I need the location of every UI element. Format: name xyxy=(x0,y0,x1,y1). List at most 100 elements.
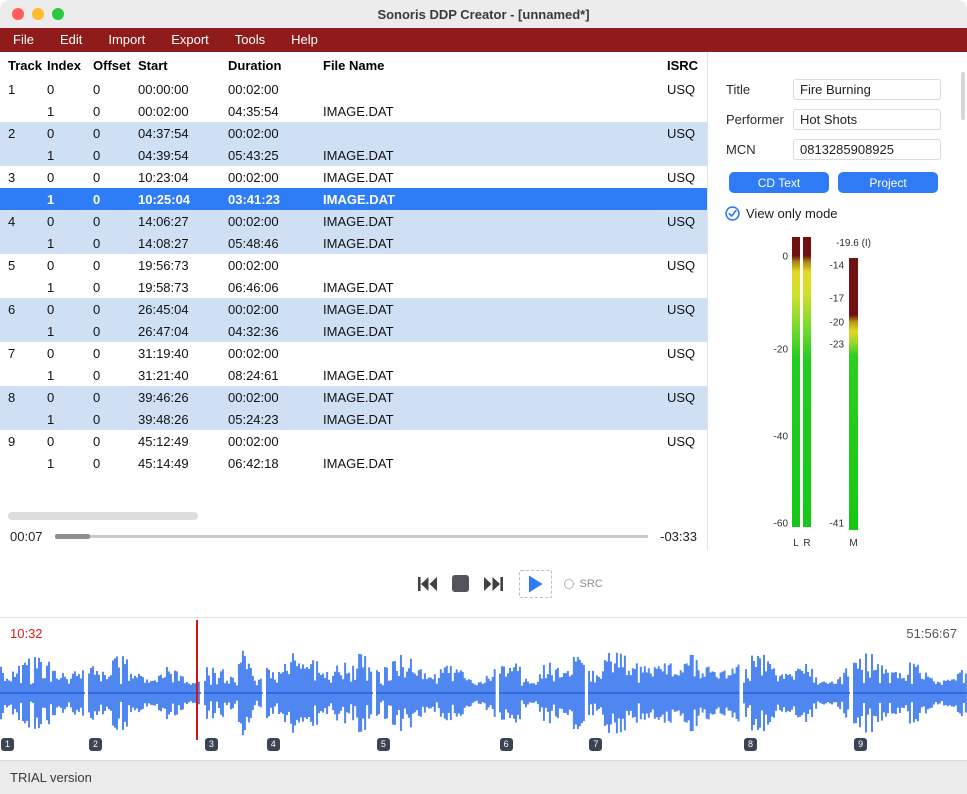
elapsed-time: 00:07 xyxy=(10,529,43,544)
waveform-svg xyxy=(376,648,496,738)
cell-start: 00:02:00 xyxy=(138,104,228,119)
seek-slider[interactable] xyxy=(55,534,649,539)
menu-tools[interactable]: Tools xyxy=(222,28,278,52)
waveform-track-segment[interactable]: 4 xyxy=(266,648,373,738)
menu-import[interactable]: Import xyxy=(95,28,158,52)
cell-file: IMAGE.DAT xyxy=(323,148,667,163)
table-row[interactable]: 70031:19:4000:02:00USQ xyxy=(0,342,707,364)
cell-index: 1 xyxy=(47,192,93,207)
level-meters: -19.6 (I) -41 L R M 0-20-40-60-14-17-20-… xyxy=(708,237,967,557)
loudness-readout: -19.6 (I) xyxy=(836,238,871,249)
waveform-track-segment[interactable]: 2 xyxy=(88,648,201,738)
previous-track-button[interactable] xyxy=(416,576,438,592)
table-row[interactable]: 90045:12:4900:02:00USQ xyxy=(0,430,707,452)
table-row[interactable]: 20004:37:5400:02:00USQ xyxy=(0,122,707,144)
mcn-field[interactable] xyxy=(793,139,941,160)
waveform-svg xyxy=(204,648,263,738)
table-horizontal-scrollbar[interactable] xyxy=(0,512,707,522)
zoom-window-button[interactable] xyxy=(52,8,64,20)
close-window-button[interactable] xyxy=(12,8,24,20)
column-header-track[interactable]: Track xyxy=(8,58,47,73)
traffic-lights xyxy=(12,0,64,28)
menu-file[interactable]: File xyxy=(0,28,47,52)
cell-duration: 03:41:23 xyxy=(228,192,323,207)
table-row[interactable]: 1000:02:0004:35:54IMAGE.DAT xyxy=(0,100,707,122)
waveform-track-segment[interactable]: 6 xyxy=(499,648,586,738)
cell-index: 1 xyxy=(47,236,93,251)
menu-edit[interactable]: Edit xyxy=(47,28,95,52)
cell-index: 0 xyxy=(47,434,93,449)
waveform-track-segment[interactable]: 1 xyxy=(0,648,85,738)
table-row[interactable]: 1004:39:5405:43:25IMAGE.DAT xyxy=(0,144,707,166)
track-number-badge: 4 xyxy=(267,738,280,751)
table-row[interactable]: 1014:08:2705:48:46IMAGE.DAT xyxy=(0,232,707,254)
view-only-check-icon[interactable] xyxy=(725,206,740,221)
table-row[interactable]: 10000:00:0000:02:00USQ xyxy=(0,78,707,100)
table-row[interactable]: 50019:56:7300:02:00USQ xyxy=(0,254,707,276)
table-row[interactable]: 1019:58:7306:46:06IMAGE.DAT xyxy=(0,276,707,298)
src-radio[interactable] xyxy=(564,579,574,589)
column-header-isrc[interactable]: ISRC xyxy=(667,58,707,73)
lr-scale-label: 0 xyxy=(752,252,788,263)
cd-text-button[interactable]: CD Text xyxy=(729,172,829,193)
minimize-window-button[interactable] xyxy=(32,8,44,20)
column-header-file[interactable]: File Name xyxy=(323,58,667,73)
performer-field[interactable] xyxy=(793,109,941,130)
m-scale-label: -23 xyxy=(808,340,844,351)
performer-label: Performer xyxy=(726,112,793,127)
menu-export[interactable]: Export xyxy=(158,28,222,52)
mcn-label: MCN xyxy=(726,142,793,157)
cell-index: 1 xyxy=(47,412,93,427)
table-row[interactable]: 1026:47:0404:32:36IMAGE.DAT xyxy=(0,320,707,342)
cell-track: 8 xyxy=(8,390,47,405)
m-scale-label: -17 xyxy=(808,293,844,304)
waveform-svg xyxy=(743,648,850,738)
track-number-badge: 1 xyxy=(1,738,14,751)
cell-index: 0 xyxy=(47,170,93,185)
table-row[interactable]: 1031:21:4008:24:61IMAGE.DAT xyxy=(0,364,707,386)
menu-help[interactable]: Help xyxy=(278,28,331,52)
cell-isrc: USQ xyxy=(667,434,707,449)
cell-duration: 05:43:25 xyxy=(228,148,323,163)
panel-scrollbar[interactable] xyxy=(961,72,965,120)
column-header-offset[interactable]: Offset xyxy=(93,58,138,73)
cell-index: 0 xyxy=(47,126,93,141)
table-body: 10000:00:0000:02:00USQ1000:02:0004:35:54… xyxy=(0,78,707,474)
table-row[interactable]: 1039:48:2605:24:23IMAGE.DAT xyxy=(0,408,707,430)
src-option: SRC xyxy=(564,578,603,590)
waveform-svg xyxy=(853,648,967,738)
title-field[interactable] xyxy=(793,79,941,100)
table-row[interactable]: 40014:06:2700:02:00IMAGE.DATUSQ xyxy=(0,210,707,232)
column-header-index[interactable]: Index xyxy=(47,58,93,73)
cell-start: 19:56:73 xyxy=(138,258,228,273)
track-number-badge: 5 xyxy=(377,738,390,751)
cell-start: 26:45:04 xyxy=(138,302,228,317)
table-row[interactable]: 1045:14:4906:42:18IMAGE.DAT xyxy=(0,452,707,474)
cell-offset: 0 xyxy=(93,236,138,251)
meter-bar-right xyxy=(803,237,811,527)
column-header-start[interactable]: Start xyxy=(138,58,228,73)
waveform-track-segment[interactable]: 8 xyxy=(743,648,850,738)
table-row[interactable]: 60026:45:0400:02:00IMAGE.DATUSQ xyxy=(0,298,707,320)
table-row-selected[interactable]: 1010:25:0403:41:23IMAGE.DAT xyxy=(0,188,707,210)
menu-bar: FileEditImportExportToolsHelp xyxy=(0,28,967,52)
waveform-track-segment[interactable]: 3 xyxy=(204,648,263,738)
play-button[interactable] xyxy=(519,570,552,598)
waveform-track-segment[interactable]: 9 xyxy=(853,648,967,738)
skip-forward-icon xyxy=(483,576,505,592)
cell-index: 1 xyxy=(47,104,93,119)
next-track-button[interactable] xyxy=(483,576,505,592)
cell-duration: 08:24:61 xyxy=(228,368,323,383)
scrollbar-thumb[interactable] xyxy=(8,512,198,520)
column-header-duration[interactable]: Duration xyxy=(228,58,323,73)
seek-elapsed-fill xyxy=(55,534,91,539)
waveform-track-segment[interactable]: 5 xyxy=(376,648,496,738)
cell-file: IMAGE.DAT xyxy=(323,302,667,317)
stop-button[interactable] xyxy=(452,575,469,592)
table-row[interactable]: 30010:23:0400:02:00IMAGE.DATUSQ xyxy=(0,166,707,188)
waveform-svg xyxy=(266,648,373,738)
table-row[interactable]: 80039:46:2600:02:00IMAGE.DATUSQ xyxy=(0,386,707,408)
waveform-track-segment[interactable]: 7 xyxy=(588,648,740,738)
project-button[interactable]: Project xyxy=(838,172,938,193)
cell-isrc: USQ xyxy=(667,346,707,361)
